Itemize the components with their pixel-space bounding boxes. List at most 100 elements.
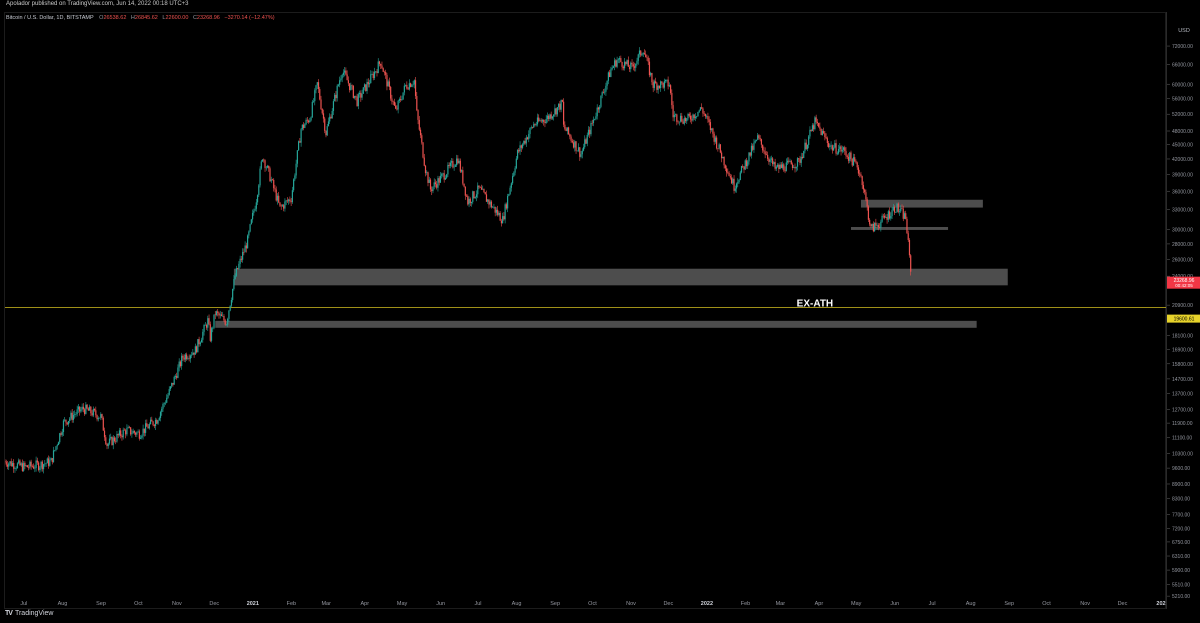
- candle-body: [122, 429, 124, 438]
- candle-body: [13, 463, 15, 469]
- candle-body: [96, 415, 98, 420]
- candle-body: [701, 107, 703, 109]
- candle-body: [677, 121, 679, 123]
- candle-body: [411, 85, 413, 87]
- candle-body: [864, 189, 866, 193]
- candle-body: [10, 461, 12, 467]
- candlestick-plot[interactable]: EX-ATH: [5, 13, 1167, 598]
- candle-body: [585, 139, 587, 144]
- candle-body: [500, 220, 503, 224]
- candle-body: [289, 199, 291, 202]
- candle-body: [538, 117, 540, 122]
- candle-body: [283, 205, 285, 209]
- candle-body: [228, 310, 230, 319]
- candle-body: [832, 147, 835, 151]
- y-tick-label: 48000.00: [1172, 129, 1193, 135]
- candle-body: [366, 81, 368, 91]
- candle-body: [16, 463, 19, 468]
- candle-body: [467, 196, 469, 205]
- candle-body: [75, 414, 77, 415]
- candle-body: [93, 408, 96, 411]
- ex-ath-price-label: 19600.61: [1174, 317, 1195, 323]
- candle-body: [106, 443, 108, 447]
- candle-body: [907, 233, 909, 240]
- candle-body: [519, 145, 521, 152]
- candle-body: [489, 201, 491, 205]
- candle-body: [748, 152, 750, 162]
- candle-body: [77, 406, 80, 410]
- candle-body: [852, 157, 855, 166]
- candle-body: [140, 437, 142, 439]
- candle-body: [417, 110, 419, 120]
- candle-body: [18, 460, 20, 464]
- support-zone-lower[interactable]: [215, 320, 977, 328]
- candle-body: [42, 464, 45, 470]
- x-tick-label: Dec: [1118, 601, 1128, 607]
- candle-body: [126, 428, 128, 435]
- candle-body: [681, 115, 683, 122]
- candle-body: [780, 164, 782, 168]
- candle-body: [128, 427, 131, 428]
- support-zone-ath-2017-breakout[interactable]: [233, 268, 1008, 286]
- candle-body: [346, 74, 348, 81]
- candle-body: [587, 129, 590, 135]
- tradingview-brand[interactable]: TV TradingView: [5, 610, 53, 617]
- x-tick-label: 202: [1156, 601, 1165, 607]
- candle-body: [502, 216, 504, 224]
- candle-body: [141, 435, 143, 438]
- candle-body: [836, 153, 838, 155]
- candle-body: [414, 80, 417, 97]
- price-axis[interactable]: USD 72000.00 66000.00 60000.00 56000.00 52000…: [1166, 12, 1200, 609]
- candle-body: [702, 108, 704, 114]
- candle-body: [825, 136, 827, 139]
- candle-body: [750, 145, 753, 156]
- candle-body: [281, 205, 284, 207]
- candle-body: [814, 117, 816, 130]
- time-axis[interactable]: Jul Aug Sep Oct Nov Dec 2021 Feb Mar Apr May Jun Jul…: [4, 597, 1166, 609]
- currency-label: USD: [1178, 28, 1190, 34]
- candle-body: [867, 206, 870, 220]
- candle-body: [784, 170, 786, 172]
- candle-body: [290, 201, 292, 203]
- candle-body: [432, 186, 434, 192]
- candle-body: [599, 106, 601, 110]
- price-chart-pane[interactable]: EX-ATH: [4, 12, 1167, 609]
- candle-body: [358, 92, 361, 95]
- y-tick-label: 56000.00: [1172, 97, 1193, 103]
- candle-body: [560, 100, 562, 110]
- candle-body: [859, 173, 861, 175]
- x-tick-label: Sep: [1004, 601, 1014, 607]
- candle-body: [609, 72, 611, 77]
- range-low-line[interactable]: [850, 227, 949, 230]
- candle-body: [703, 113, 705, 115]
- candle-body: [595, 116, 597, 119]
- candle-body: [513, 172, 515, 177]
- candle-body: [621, 62, 623, 67]
- upper-resistance-zone[interactable]: [860, 199, 983, 208]
- candle-body: [296, 150, 298, 164]
- candle-body: [403, 85, 405, 93]
- candle-body: [350, 85, 352, 91]
- candle-body: [779, 164, 781, 170]
- candle-body: [135, 432, 137, 435]
- candle-body: [555, 108, 557, 115]
- candle-body: [23, 462, 25, 471]
- candle-body: [618, 58, 621, 60]
- x-tick-label: Apr: [361, 601, 370, 607]
- candle-body: [152, 421, 154, 426]
- candle-body: [509, 187, 511, 195]
- candle-body: [846, 155, 848, 157]
- candle-body: [485, 194, 488, 202]
- candle-body: [581, 150, 583, 155]
- candle-body: [367, 81, 369, 85]
- candle-body: [877, 225, 879, 228]
- x-tick-label: Sep: [550, 601, 560, 607]
- candle-body: [494, 206, 496, 213]
- candle-body: [666, 79, 668, 81]
- candle-body: [428, 179, 430, 183]
- candle-body: [5, 461, 7, 465]
- candle-body: [65, 419, 67, 423]
- candle-body: [561, 100, 563, 102]
- candle-body: [452, 161, 454, 168]
- candle-body: [835, 143, 837, 154]
